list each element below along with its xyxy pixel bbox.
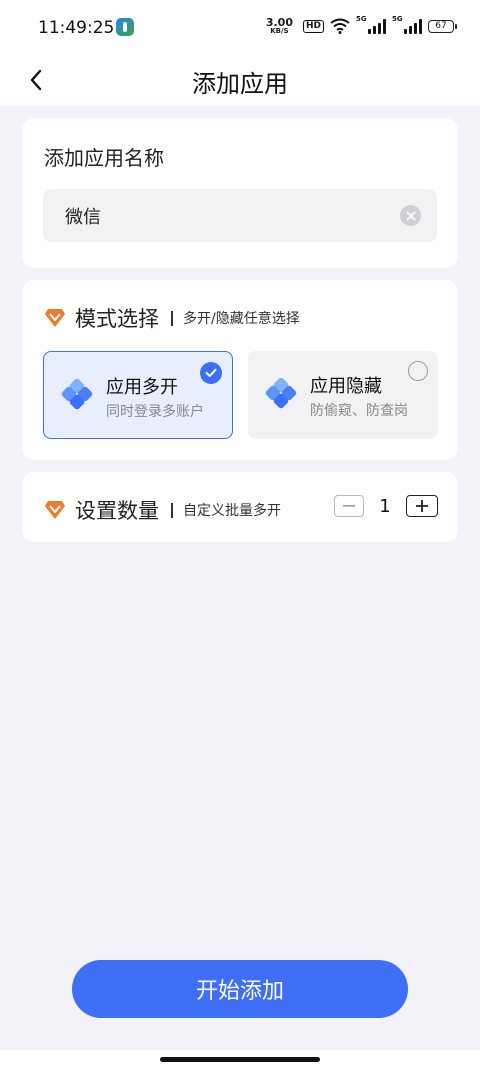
close-icon xyxy=(406,211,415,220)
quantity-value: 1 xyxy=(379,495,391,517)
status-time: 11:49:25 xyxy=(38,18,115,38)
battery-level: 67 xyxy=(435,21,447,31)
diamond-icon xyxy=(45,309,65,327)
status-indicators: 3.00 KB/S HD 5G 5G 67 xyxy=(266,15,457,35)
selected-check-icon xyxy=(200,362,222,384)
multi-app-icon xyxy=(61,379,93,410)
app-name-card: 添加应用名称 微信 xyxy=(22,118,458,268)
home-indicator[interactable] xyxy=(160,1057,320,1062)
unselected-radio-icon xyxy=(408,361,428,381)
section-divider xyxy=(171,502,173,518)
mode-section-header: 模式选择 多开/隐藏任意选择 xyxy=(44,303,300,333)
minus-icon xyxy=(343,505,355,507)
network-speed-unit: KB/S xyxy=(270,27,289,35)
option-hide-sub: 防偷窥、防查岗 xyxy=(310,403,408,419)
section-divider xyxy=(171,310,173,326)
signal-sim1-icon: 5G xyxy=(356,15,386,34)
quantity-section-header: 设置数量 自定义批量多开 xyxy=(44,495,281,525)
wifi-icon xyxy=(330,18,350,34)
option-hide-app[interactable]: 应用隐藏 防偷窥、防查岗 xyxy=(248,351,438,439)
option-multi-sub: 同时登录多账户 xyxy=(106,404,204,420)
option-hide-title: 应用隐藏 xyxy=(310,376,382,397)
app-name-value: 微信 xyxy=(65,207,101,228)
app-name-input[interactable]: 微信 xyxy=(43,189,437,242)
network-speed: 3.00 KB/S xyxy=(266,17,293,35)
hide-app-icon xyxy=(265,378,297,409)
quantity-section-desc: 自定义批量多开 xyxy=(183,503,281,519)
increment-button[interactable] xyxy=(406,495,438,517)
quantity-stepper: 1 xyxy=(334,495,438,517)
notification-app-icon xyxy=(116,18,134,36)
battery-icon: 67 xyxy=(428,19,457,33)
signal-sim2-icon: 5G xyxy=(392,15,422,34)
quantity-section-label: 设置数量 xyxy=(75,499,159,523)
status-bar: 11:49:25 3.00 KB/S HD 5G 5G 67 xyxy=(0,0,480,56)
plus-icon xyxy=(416,500,428,512)
start-add-button[interactable]: 开始添加 xyxy=(72,960,408,1018)
mode-select-card: 模式选择 多开/隐藏任意选择 应用多开 同时登录多账户 应用隐藏 防偷窥、防查岗 xyxy=(22,280,458,460)
decrement-button[interactable] xyxy=(334,495,364,517)
diamond-icon xyxy=(45,501,65,519)
page-title: 添加应用 xyxy=(192,70,288,98)
quantity-card: 设置数量 自定义批量多开 1 xyxy=(22,472,458,542)
app-name-title: 添加应用名称 xyxy=(44,146,164,170)
mode-section-desc: 多开/隐藏任意选择 xyxy=(183,311,300,327)
option-multi-open[interactable]: 应用多开 同时登录多账户 xyxy=(43,351,233,439)
clear-input-button[interactable] xyxy=(400,205,421,226)
hd-icon: HD xyxy=(302,19,324,33)
option-multi-title: 应用多开 xyxy=(106,377,178,398)
mode-section-label: 模式选择 xyxy=(75,307,159,331)
nav-bar: 添加应用 xyxy=(0,56,480,106)
